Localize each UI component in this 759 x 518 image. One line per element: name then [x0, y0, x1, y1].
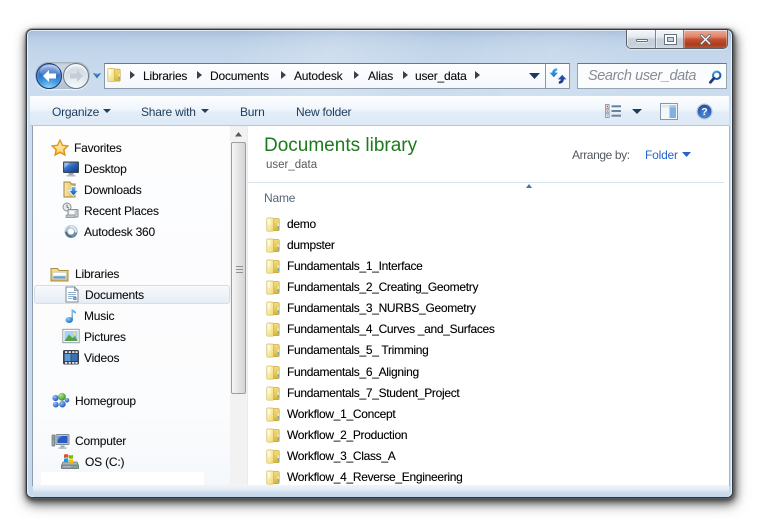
svg-text:?: ?: [701, 106, 707, 118]
